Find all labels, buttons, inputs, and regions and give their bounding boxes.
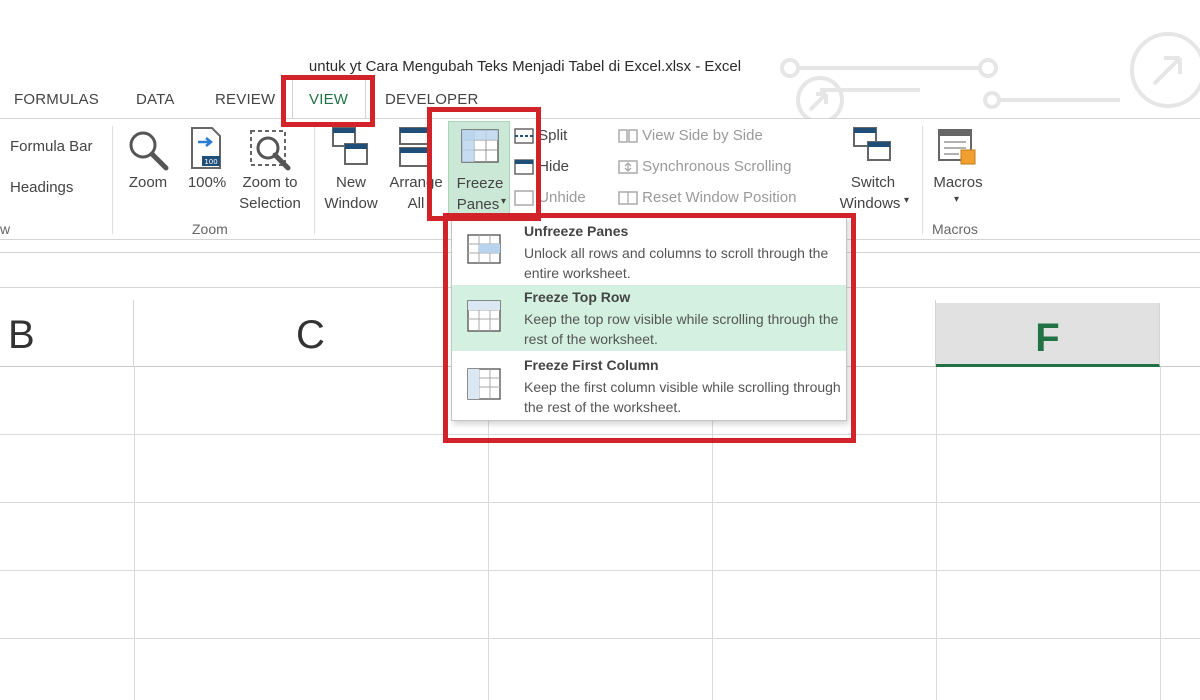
menu-desc-freeze-top-row: Keep the top row visible while scrolling… [524,311,839,347]
hide-label: Hide [538,158,570,175]
freeze-first-column-icon [467,368,501,400]
grid-col-line [936,367,937,700]
group-separator [314,126,315,234]
headings-label: Headings [10,179,74,196]
hide-button[interactable]: Hide [514,158,569,175]
formula-bar-label: Formula Bar [10,138,93,155]
zoom-100-label: 100% [187,174,227,191]
tab-developer[interactable]: DEVELOPER [385,91,479,108]
circuit-decoration-icon [780,32,1200,124]
unhide-icon [514,190,534,206]
menu-desc-freeze-first-column: Keep the first column visible while scro… [524,379,841,415]
freeze-top-row-icon [467,300,501,332]
grid-col-line [1160,367,1161,700]
arrange-all-icon [399,127,431,167]
macros-button[interactable]: Macros ▾ [926,124,990,214]
new-window-label-2: Window [324,195,378,212]
group-separator [112,126,113,234]
synchronous-scrolling-button[interactable]: Synchronous Scrolling [618,158,791,175]
grid-row-line [0,434,1200,435]
view-side-by-side-icon [618,129,638,143]
zoom-to-selection-button[interactable]: Zoom to Selection [234,124,306,214]
grid-col-line [134,367,135,700]
grid-row-line [0,570,1200,571]
switch-windows-label-1: Switch [850,174,896,191]
new-window-icon [332,127,368,165]
new-window-button[interactable]: New Window [318,124,384,214]
freeze-panes-menu: Unfreeze Panes Unlock all rows and colum… [451,216,847,421]
menu-title-freeze-top-row: Freeze Top Row [524,289,631,305]
column-header-c[interactable]: C [134,300,488,367]
tab-data[interactable]: DATA [136,91,175,108]
view-side-by-side-label: View Side by Side [642,127,763,144]
freeze-panes-icon [461,129,499,163]
menu-item-unfreeze-panes[interactable]: Unfreeze Panes Unlock all rows and colum… [452,219,846,285]
menu-desc-unfreeze: Unlock all rows and columns to scroll th… [524,245,829,281]
arrange-all-label-1: Arrange [389,174,443,191]
column-header-f[interactable]: F [936,303,1160,367]
zoom-to-selection-icon [250,130,291,171]
new-window-label-1: New [335,174,366,191]
unhide-button[interactable]: Unhide [514,189,586,206]
tab-formulas[interactable]: FORMULAS [14,91,99,108]
zoom-label: Zoom [128,174,168,191]
split-icon [514,128,534,144]
macros-group-label: Macros [932,221,978,237]
macros-label: Macros [933,174,983,191]
zoom-group-label: Zoom [192,221,228,237]
svg-text:100: 100 [204,158,217,166]
view-side-by-side-button[interactable]: View Side by Side [618,127,763,144]
hide-icon [514,159,534,175]
zoom-100-button[interactable]: 100 100% [182,124,232,214]
synchronous-scrolling-label: Synchronous Scrolling [642,158,792,175]
menu-title-freeze-first-column: Freeze First Column [524,357,659,373]
reset-window-position-icon [618,191,638,205]
reset-window-position-button[interactable]: Reset Window Position [618,189,796,206]
freeze-panes-label-1: Freeze [456,175,504,192]
unfreeze-panes-icon [467,234,501,264]
arrange-all-button[interactable]: Arrange All [386,124,446,214]
zoom-to-selection-label-2: Selection [239,195,301,212]
show-group-label: w [0,221,11,237]
freeze-panes-button[interactable]: Freeze Panes ▾ [448,121,510,215]
freeze-panes-label-2: Panes [456,196,500,213]
switch-windows-button[interactable]: Switch Windows ▾ [830,124,916,214]
group-separator [922,126,923,234]
split-button[interactable]: Split [514,127,567,144]
macros-icon [938,129,976,165]
zoom-to-selection-label-1: Zoom to [242,174,298,191]
tab-review[interactable]: REVIEW [215,91,275,108]
zoom-100-icon: 100 [191,127,221,169]
dropdown-arrow-icon: ▾ [501,196,507,207]
unhide-label: Unhide [538,189,586,206]
menu-title-unfreeze: Unfreeze Panes [524,223,629,239]
tab-view[interactable]: VIEW [309,91,348,108]
zoom-button[interactable]: Zoom [120,124,176,214]
synchronous-scrolling-icon [618,160,638,174]
grid-row-line [0,502,1200,503]
dropdown-arrow-icon: ▾ [954,194,960,205]
grid-row-line [0,638,1200,639]
magnifier-icon [129,131,169,171]
column-header-b[interactable]: B [0,300,134,367]
reset-window-position-label: Reset Window Position [642,189,797,206]
switch-windows-icon [853,127,891,161]
menu-item-freeze-first-column[interactable]: Freeze First Column Keep the first colum… [452,353,846,419]
switch-windows-label-2: Windows [839,195,901,212]
split-label: Split [538,127,568,144]
menu-item-freeze-top-row[interactable]: Freeze Top Row Keep the top row visible … [452,285,846,351]
dropdown-arrow-icon: ▾ [904,195,910,206]
arrange-all-label-2: All [407,195,425,212]
